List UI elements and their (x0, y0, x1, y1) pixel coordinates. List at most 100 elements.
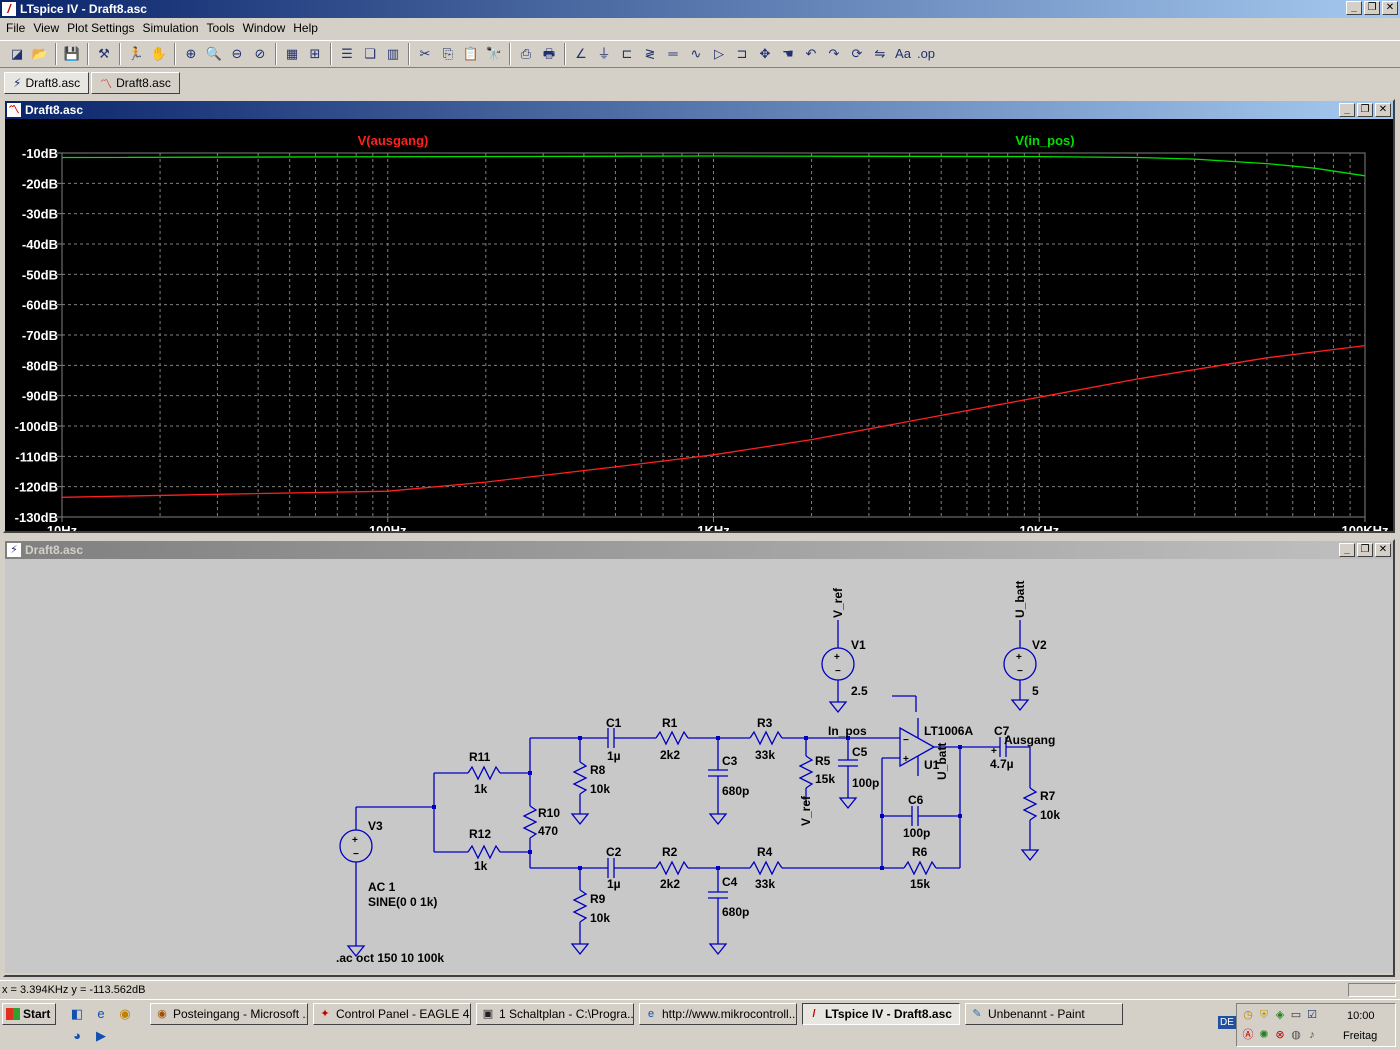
v2-net-label: U_batt (1013, 581, 1027, 618)
menu-view[interactable]: View (29, 21, 63, 35)
plot-window-title-bar[interactable]: 〽 Draft8.asc _ ❐ ✕ (5, 101, 1393, 119)
schematic-canvas[interactable]: + − + − + − − + + V_ref V1 2.5 U_batt V2… (5, 559, 1393, 973)
minimize-button[interactable]: _ (1346, 1, 1362, 15)
r3-value: 33k (755, 748, 775, 762)
ie-icon[interactable]: e (92, 1005, 110, 1023)
grid-icon[interactable]: ⊞ (304, 43, 326, 65)
spice-directive[interactable]: .ac oct 150 10 100k (336, 951, 444, 965)
menu-window[interactable]: Window (239, 21, 290, 35)
u1-net-label: U_batt (935, 743, 949, 780)
toolbar-separator (330, 43, 332, 65)
media-player-icon[interactable]: ▶ (92, 1027, 110, 1045)
zoom-in-icon[interactable]: ⊕ (180, 43, 202, 65)
show-desktop-icon[interactable]: ◧ (68, 1005, 86, 1023)
c3-value: 680p (722, 784, 749, 798)
open-icon[interactable]: 📂 (29, 43, 51, 65)
resistor-icon[interactable]: ≷ (639, 43, 661, 65)
tray-antivirus-icon[interactable]: Ⓐ (1241, 1028, 1255, 1042)
tray-monitor-icon[interactable]: ▭ (1289, 1008, 1303, 1022)
menu-simulation[interactable]: Simulation (139, 21, 203, 35)
language-indicator[interactable]: DE (1218, 1016, 1236, 1029)
tray-check-icon[interactable]: ☑ (1305, 1008, 1319, 1022)
spice-directive-icon[interactable]: .op (915, 43, 937, 65)
zoom-out-icon[interactable]: ⊖ (226, 43, 248, 65)
menu-help[interactable]: Help (289, 21, 322, 35)
redo-icon[interactable]: ↷ (823, 43, 845, 65)
app-title-bar[interactable]: / LTspice IV - Draft8.asc _ ❐ ✕ (0, 0, 1400, 18)
r2-label: R2 (662, 845, 678, 859)
component-icon[interactable]: ⊐ (731, 43, 753, 65)
tray-time[interactable]: 10:00 (1347, 1010, 1375, 1022)
start-button[interactable]: Start (2, 1003, 56, 1025)
cascade-icon[interactable]: ❏ (359, 43, 381, 65)
plot-close-button[interactable]: ✕ (1375, 103, 1391, 117)
undo-icon[interactable]: ↶ (800, 43, 822, 65)
wire-icon[interactable]: ∠ (570, 43, 592, 65)
mirror-icon[interactable]: ⇋ (869, 43, 891, 65)
menu-plot-settings[interactable]: Plot Settings (63, 21, 138, 35)
save-icon[interactable]: 💾 (61, 43, 83, 65)
schematic-restore-button[interactable]: ❐ (1357, 543, 1373, 557)
tray-shield-icon[interactable]: ⛨ (1257, 1008, 1271, 1022)
run-icon[interactable]: 🏃 (125, 43, 147, 65)
find-icon[interactable]: 🔭 (483, 43, 505, 65)
schematic-minimize-button[interactable]: _ (1339, 543, 1355, 557)
schematic-window-title: Draft8.asc (25, 543, 84, 557)
ltspice-app-icon: / (812, 1008, 816, 1020)
x-tick-label: 10KHz (1019, 523, 1059, 531)
plot-restore-button[interactable]: ❐ (1357, 103, 1373, 117)
halt-icon[interactable]: ✋ (148, 43, 170, 65)
tray-security-icon[interactable]: ⊗ (1273, 1028, 1287, 1042)
tray-fan-icon[interactable]: ✺ (1257, 1028, 1271, 1042)
tray-speaker-icon[interactable]: ♪ (1305, 1028, 1319, 1042)
tray-clock-app-icon[interactable]: ◷ (1241, 1008, 1255, 1022)
firefox-icon[interactable]: ◕ (68, 1027, 86, 1045)
opamp-plus: + (903, 754, 909, 765)
copy-icon[interactable]: ⎘ (437, 43, 459, 65)
task-paint[interactable]: ✎ Unbenannt - Paint (965, 1003, 1123, 1025)
tray-network-icon[interactable]: ◈ (1273, 1008, 1287, 1022)
new-schematic-icon[interactable]: ◪ (6, 43, 28, 65)
tab-schematic[interactable]: ⚡ Draft8.asc (4, 72, 90, 94)
paste-icon[interactable]: 📋 (460, 43, 482, 65)
task-browser[interactable]: e http://www.mikrocontroll... (639, 1003, 797, 1025)
plot-minimize-button[interactable]: _ (1339, 103, 1355, 117)
schematic-window-title-bar[interactable]: ⚡ Draft8.asc _ ❐ ✕ (5, 541, 1393, 559)
cut-icon[interactable]: ✂ (414, 43, 436, 65)
diode-icon[interactable]: ▷ (708, 43, 730, 65)
text-icon[interactable]: Aa (892, 43, 914, 65)
task-eagle-schematic[interactable]: ▣ 1 Schaltplan - C:\Progra... (476, 1003, 634, 1025)
move-icon[interactable]: ✥ (754, 43, 776, 65)
schematic-close-button[interactable]: ✕ (1375, 543, 1391, 557)
rotate-icon[interactable]: ⟳ (846, 43, 868, 65)
tile-horizontal-icon[interactable]: ☰ (336, 43, 358, 65)
r7-label: R7 (1040, 789, 1056, 803)
control-panel-icon[interactable]: ⚒ (93, 43, 115, 65)
autorange-icon[interactable]: ▦ (281, 43, 303, 65)
task-outlook[interactable]: ◉ Posteingang - Microsoft ... (150, 1003, 308, 1025)
drag-icon[interactable]: ☚ (777, 43, 799, 65)
task-ltspice[interactable]: / LTspice IV - Draft8.asc (802, 1003, 960, 1025)
tray-volume-icon[interactable]: ◍ (1289, 1028, 1303, 1042)
capacitor-icon[interactable]: ═ (662, 43, 684, 65)
task-eagle-control-panel[interactable]: ✦ Control Panel - EAGLE 4.... (313, 1003, 471, 1025)
restore-button[interactable]: ❐ (1364, 1, 1380, 15)
v2-value: 5 (1032, 684, 1039, 698)
label-icon[interactable]: ⊏ (616, 43, 638, 65)
zoom-area-icon[interactable]: 🔍 (203, 43, 225, 65)
r10-label: R10 (538, 806, 560, 820)
toolbar-separator (408, 43, 410, 65)
ground-icon[interactable]: ⏚ (593, 43, 615, 65)
tile-vertical-icon[interactable]: ▥ (382, 43, 404, 65)
print-icon[interactable]: 🖶 (538, 43, 560, 65)
outlook-icon[interactable]: ◉ (116, 1005, 134, 1023)
c4-label: C4 (722, 875, 738, 889)
menu-tools[interactable]: Tools (203, 21, 239, 35)
waveform-plot[interactable]: -10dB -20dB -30dB -40dB -50dB -60dB -70dB -80dB… (5, 119, 1393, 531)
print-setup-icon[interactable]: ⎙ (515, 43, 537, 65)
close-button[interactable]: ✕ (1382, 1, 1398, 15)
menu-file[interactable]: File (2, 21, 29, 35)
inductor-icon[interactable]: ∿ (685, 43, 707, 65)
zoom-cancel-icon[interactable]: ⊘ (249, 43, 271, 65)
tab-waveform[interactable]: 〽 Draft8.asc (91, 72, 180, 94)
